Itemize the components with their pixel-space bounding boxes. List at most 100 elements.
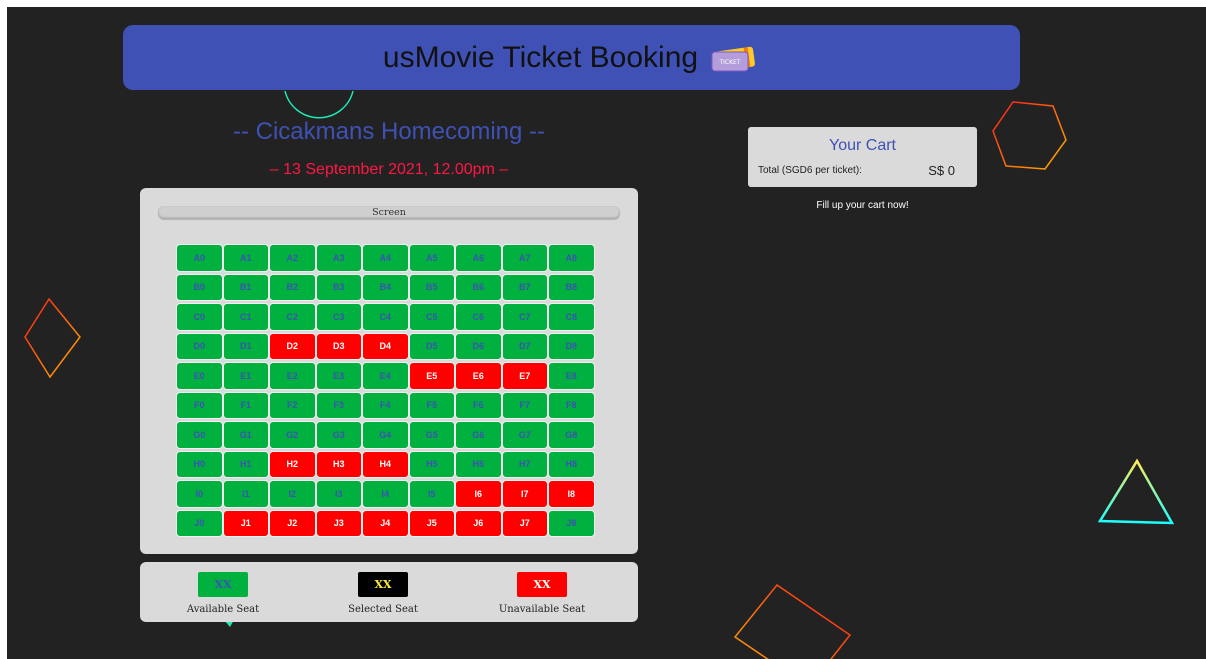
seat-f7[interactable]: F7 — [501, 391, 548, 419]
seat-i4[interactable]: I4 — [362, 480, 409, 508]
seat-e4[interactable]: E4 — [362, 362, 409, 390]
seat-g7[interactable]: G7 — [501, 421, 548, 449]
seat-e6[interactable]: E6 — [455, 362, 502, 390]
seat-b6[interactable]: B6 — [455, 273, 502, 301]
seat-d3[interactable]: D3 — [315, 332, 362, 360]
cart-panel: Your Cart Total (SGD6 per ticket): S$ 0 — [748, 127, 977, 187]
seat-a5[interactable]: A5 — [408, 244, 455, 272]
seat-h0[interactable]: H0 — [176, 450, 223, 478]
seat-c4[interactable]: C4 — [362, 303, 409, 331]
seat-g5[interactable]: G5 — [408, 421, 455, 449]
seat-e0[interactable]: E0 — [176, 362, 223, 390]
seat-f4[interactable]: F4 — [362, 391, 409, 419]
seat-h5[interactable]: H5 — [408, 450, 455, 478]
seat-e3[interactable]: E3 — [315, 362, 362, 390]
seat-a6[interactable]: A6 — [455, 244, 502, 272]
seat-d6[interactable]: D6 — [455, 332, 502, 360]
seat-a8[interactable]: A8 — [548, 244, 595, 272]
seat-f6[interactable]: F6 — [455, 391, 502, 419]
seat-c5[interactable]: C5 — [408, 303, 455, 331]
seat-h3[interactable]: H3 — [315, 450, 362, 478]
seat-h8[interactable]: H8 — [548, 450, 595, 478]
seat-c8[interactable]: C8 — [548, 303, 595, 331]
seat-b3[interactable]: B3 — [315, 273, 362, 301]
seat-e5[interactable]: E5 — [408, 362, 455, 390]
seat-i0[interactable]: I0 — [176, 480, 223, 508]
seat-h4[interactable]: H4 — [362, 450, 409, 478]
seat-d4[interactable]: D4 — [362, 332, 409, 360]
seat-j4[interactable]: J4 — [362, 509, 409, 537]
seat-b7[interactable]: B7 — [501, 273, 548, 301]
seat-d8[interactable]: D8 — [548, 332, 595, 360]
seat-h1[interactable]: H1 — [222, 450, 269, 478]
seat-f2[interactable]: F2 — [269, 391, 316, 419]
legend-unavailable: XX Unavailable Seat — [482, 572, 602, 615]
seat-g1[interactable]: G1 — [222, 421, 269, 449]
seat-b1[interactable]: B1 — [222, 273, 269, 301]
seat-e1[interactable]: E1 — [222, 362, 269, 390]
header-banner: usMovie Ticket Booking TICKET — [123, 25, 1020, 90]
seat-h2[interactable]: H2 — [269, 450, 316, 478]
seat-j8[interactable]: J8 — [548, 509, 595, 537]
seat-j2[interactable]: J2 — [269, 509, 316, 537]
seat-g0[interactable]: G0 — [176, 421, 223, 449]
seat-e8[interactable]: E8 — [548, 362, 595, 390]
seat-j6[interactable]: J6 — [455, 509, 502, 537]
seat-a4[interactable]: A4 — [362, 244, 409, 272]
seat-c7[interactable]: C7 — [501, 303, 548, 331]
unavailable-seat-swatch: XX — [517, 572, 567, 597]
seat-f3[interactable]: F3 — [315, 391, 362, 419]
cart-total-label: Total (SGD6 per ticket): — [758, 165, 862, 176]
seat-h6[interactable]: H6 — [455, 450, 502, 478]
seat-b2[interactable]: B2 — [269, 273, 316, 301]
seat-c3[interactable]: C3 — [315, 303, 362, 331]
seat-g3[interactable]: G3 — [315, 421, 362, 449]
seat-f8[interactable]: F8 — [548, 391, 595, 419]
seat-c0[interactable]: C0 — [176, 303, 223, 331]
seat-i8[interactable]: I8 — [548, 480, 595, 508]
seat-g6[interactable]: G6 — [455, 421, 502, 449]
circle-shape — [284, 90, 354, 119]
cart-total-value: S$ 0 — [928, 163, 955, 178]
seat-j0[interactable]: J0 — [176, 509, 223, 537]
seat-f0[interactable]: F0 — [176, 391, 223, 419]
seat-j7[interactable]: J7 — [501, 509, 548, 537]
seat-h7[interactable]: H7 — [501, 450, 548, 478]
seat-b4[interactable]: B4 — [362, 273, 409, 301]
seat-g4[interactable]: G4 — [362, 421, 409, 449]
seat-f5[interactable]: F5 — [408, 391, 455, 419]
seat-b5[interactable]: B5 — [408, 273, 455, 301]
seat-c6[interactable]: C6 — [455, 303, 502, 331]
seat-i7[interactable]: I7 — [501, 480, 548, 508]
seat-j1[interactable]: J1 — [222, 509, 269, 537]
seat-e7[interactable]: E7 — [501, 362, 548, 390]
seat-d2[interactable]: D2 — [269, 332, 316, 360]
seat-f1[interactable]: F1 — [222, 391, 269, 419]
seat-d1[interactable]: D1 — [222, 332, 269, 360]
seat-i2[interactable]: I2 — [269, 480, 316, 508]
cart-empty-message: Fill up your cart now! — [816, 200, 909, 211]
seat-j5[interactable]: J5 — [408, 509, 455, 537]
seat-a2[interactable]: A2 — [269, 244, 316, 272]
seat-d0[interactable]: D0 — [176, 332, 223, 360]
seat-i5[interactable]: I5 — [408, 480, 455, 508]
seat-b0[interactable]: B0 — [176, 273, 223, 301]
seat-g8[interactable]: G8 — [548, 421, 595, 449]
seat-i3[interactable]: I3 — [315, 480, 362, 508]
seat-d7[interactable]: D7 — [501, 332, 548, 360]
seat-i1[interactable]: I1 — [222, 480, 269, 508]
seat-c2[interactable]: C2 — [269, 303, 316, 331]
seat-a7[interactable]: A7 — [501, 244, 548, 272]
seat-j3[interactable]: J3 — [315, 509, 362, 537]
seat-g2[interactable]: G2 — [269, 421, 316, 449]
seat-a0[interactable]: A0 — [176, 244, 223, 272]
seat-d5[interactable]: D5 — [408, 332, 455, 360]
seat-a3[interactable]: A3 — [315, 244, 362, 272]
seat-c1[interactable]: C1 — [222, 303, 269, 331]
seat-i6[interactable]: I6 — [455, 480, 502, 508]
seat-b8[interactable]: B8 — [548, 273, 595, 301]
seating-panel: Screen A0 A1 A2 A3 A4 A5 A6 A7 A8 B0 B1 B2 B3 B4 B5 B6 B… — [140, 188, 638, 554]
seat-e2[interactable]: E2 — [269, 362, 316, 390]
seat-a1[interactable]: A1 — [222, 244, 269, 272]
cart-title: Your Cart — [829, 137, 896, 154]
